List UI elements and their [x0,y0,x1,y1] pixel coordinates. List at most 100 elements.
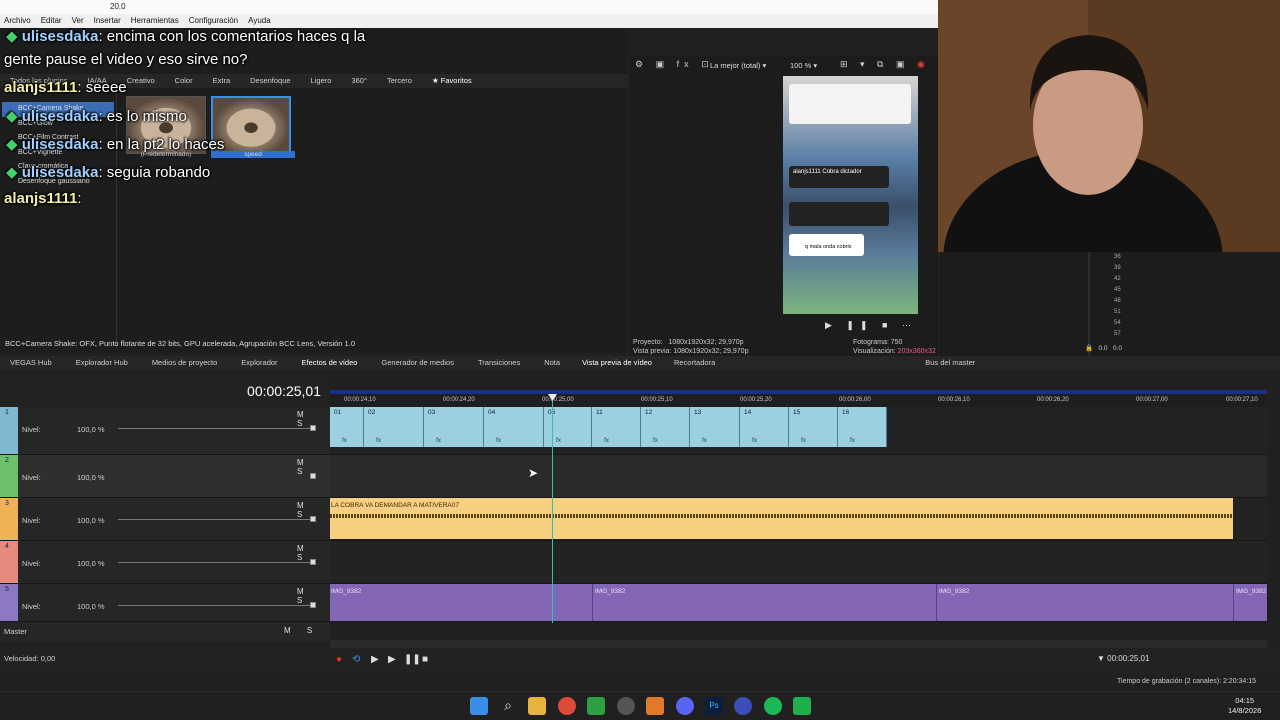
track-lane-2[interactable] [330,455,1267,498]
photoshop-icon[interactable]: Ps [705,697,723,715]
xbox-icon[interactable] [587,697,605,715]
tab-extra[interactable]: Extra [203,74,241,88]
track-lane-5[interactable]: IMG_9382 IMG_9382 IMG_9382 IMG_9382 [330,584,1267,622]
video-clip[interactable]: 01 fx [330,407,364,447]
video-clip[interactable]: 16 fx [838,407,887,447]
level-label: Nivel: [22,602,41,611]
play-button[interactable]: ▶ [388,654,396,665]
pause-button[interactable]: ❚❚ [404,654,421,665]
tab-generador[interactable]: Generador de medios [367,356,464,370]
search-icon[interactable]: ⌕ [499,697,517,715]
level-value: 100,0 % [77,559,105,568]
video-clip[interactable]: 04 fx [484,407,544,447]
timecode-display[interactable]: 00:00:25,01 [247,383,321,399]
record-time-status: Tiempo de grabación (2 canales): 2:20:34… [1117,678,1257,685]
title-bar: 20.0 [0,0,940,14]
chrome-icon[interactable] [558,697,576,715]
image-clip[interactable]: IMG_9382 [936,584,1233,621]
stop-button[interactable]: ■ [422,654,428,665]
level-slider[interactable] [118,562,314,563]
visualizacion-value: 203x360x32 [897,348,936,355]
menu-ver[interactable]: Ver [72,14,84,28]
play-from-start-button[interactable]: ▶ [371,654,379,665]
video-clip[interactable]: 11 fx [592,407,641,447]
video-clip[interactable]: 03 fx [424,407,484,447]
discord-icon[interactable] [676,697,694,715]
tab-360[interactable]: 360° [341,74,377,88]
spotify-icon[interactable] [764,697,782,715]
loop-region[interactable] [330,390,1267,394]
menu-ayuda[interactable]: Ayuda [248,14,271,28]
tab-favoritos[interactable]: ★ Favoritos [422,74,482,88]
track-header-4[interactable]: 4 Nivel: 100,0 % M S [0,541,330,584]
chat-badge-icon: ◆ [6,136,18,153]
mute-solo-buttons[interactable]: M S [297,501,330,519]
image-clip[interactable]: IMG_9382 [1233,584,1267,621]
mute-solo-buttons[interactable]: M S [297,410,330,428]
master-mute-solo[interactable]: M S [284,626,319,635]
text-clip[interactable]: LA COBRA VA DEMANDAR A MATIVERA07 [330,498,1233,539]
chat-line: gente pause el video y eso sirve no? [4,51,248,68]
mute-solo-buttons[interactable]: M S [297,544,330,562]
menu-editar[interactable]: Editar [41,14,62,28]
tab-notas[interactable]: Nota [530,356,570,370]
video-clip[interactable]: 02 fx [364,407,424,447]
tab-recortadora[interactable]: Recortadora [662,356,725,370]
playhead[interactable] [552,397,553,623]
meter-tick: 57 [1114,331,1121,337]
tab-transiciones[interactable]: Transiciones [464,356,530,370]
menu-archivo[interactable]: Archivo [4,14,31,28]
horizontal-scrollbar[interactable] [330,640,1267,648]
gear-icon[interactable] [617,697,635,715]
brave-icon[interactable] [646,697,664,715]
preview-transport[interactable]: ▶ ❚❚ ■ ⋯ [825,320,917,331]
video-clip[interactable]: 14 fx [740,407,789,447]
tab-efectos[interactable]: Efectos de vídeo [288,356,368,370]
preview-toolbar-icons[interactable]: ⚙ ▣ fx ⊡ [635,59,714,70]
level-slider[interactable] [118,428,314,429]
tab-ligero[interactable]: Ligero [301,74,342,88]
windows-start-icon[interactable] [470,697,488,715]
tab-desenfoque[interactable]: Desenfoque [240,74,300,88]
meter-tick: 36 [1114,254,1121,260]
menu-configuracion[interactable]: Configuración [189,14,238,28]
record-button[interactable]: ● [336,654,342,665]
menu-insertar[interactable]: Insertar [94,14,121,28]
image-clip[interactable]: IMG_9382 [592,584,936,621]
track-lane-1[interactable]: 01fx 02fx 03fx 04fx 05fx 11fx 12fx 13fx … [330,407,1267,455]
video-clip[interactable]: 12 fx [641,407,690,447]
tab-bus-master[interactable]: Bus del master [725,356,985,370]
mute-solo-buttons[interactable]: M S [297,587,330,605]
quality-dropdown[interactable]: La mejor (total) ▾ [710,61,766,70]
file-explorer-icon[interactable] [528,697,546,715]
mute-solo-buttons[interactable]: M S [297,458,330,476]
tab-explorador-hub[interactable]: Explorador Hub [62,356,138,370]
zoom-dropdown[interactable]: 100 % ▾ [790,61,817,70]
clock[interactable]: 04:15 14/8/2026 [1228,696,1261,716]
app-icon[interactable] [793,697,811,715]
clip-label: 11 [596,409,603,416]
video-clip[interactable]: 13 fx [690,407,740,447]
tab-vista-previa[interactable]: Vista previa de vídeo [570,356,662,370]
tab-explorador[interactable]: Explorador [227,356,287,370]
tab-tercero[interactable]: Tercero [377,74,422,88]
tab-vegas-hub[interactable]: VEGAS Hub [0,356,62,370]
level-slider[interactable] [118,605,314,606]
video-preview-panel: ⚙ ▣ fx ⊡ La mejor (total) ▾ 100 % ▾ ⊞ ▾ … [630,56,938,356]
track-header-1[interactable]: 1 Nivel: 100,0 % M S [0,407,330,455]
menu-herramientas[interactable]: Herramientas [131,14,179,28]
level-slider[interactable] [118,519,314,520]
tab-color[interactable]: Color [165,74,203,88]
tab-medios[interactable]: Medios de proyecto [138,356,227,370]
vegas-icon[interactable] [734,697,752,715]
track-header-5[interactable]: 5 Nivel: 100,0 % M S [0,584,330,622]
loop-button[interactable]: ⟲ [352,654,360,665]
level-label: Nivel: [22,473,41,482]
timeline-ruler[interactable]: 00:00:24,10 00:00:24,20 00:00:25,00 00:0… [330,390,1267,407]
video-clip[interactable]: 15 fx [789,407,838,447]
track-header-2[interactable]: 2 Nivel: 100,0 % M S [0,455,330,498]
track-header-3[interactable]: 3 Nivel: 100,0 % M S [0,498,330,541]
track-lane-3[interactable]: LA COBRA VA DEMANDAR A MATIVERA07 [330,498,1267,541]
track-lane-4[interactable] [330,541,1267,584]
preview-grid-icons[interactable]: ⊞ ▾ ⧉ ▣ ◉ [840,59,930,70]
